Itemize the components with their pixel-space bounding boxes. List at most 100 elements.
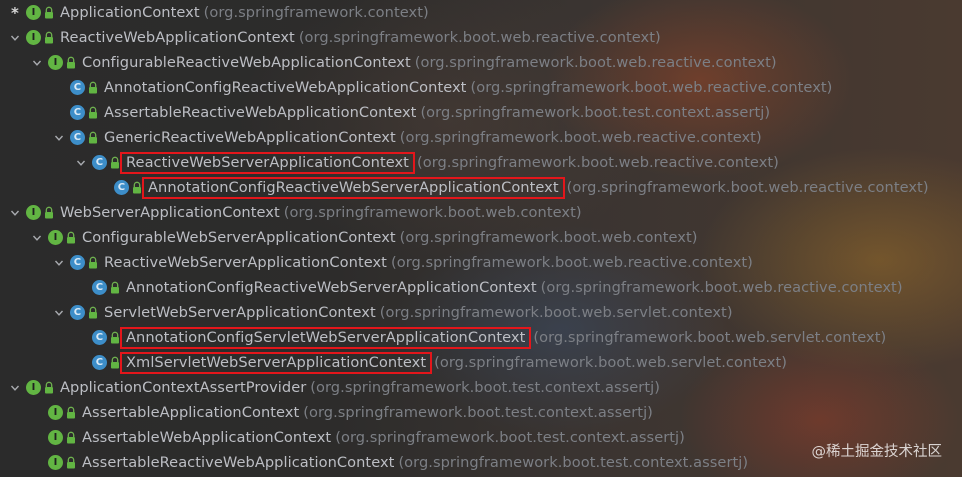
interface-icon: I — [26, 380, 41, 395]
tree-row[interactable]: C ReactiveWebServerApplicationContext (org… — [0, 250, 962, 275]
tree-row[interactable]: C AnnotationConfigReactiveWebApplicationC… — [0, 75, 962, 100]
class-icon: C — [92, 155, 107, 170]
lock-icon — [132, 181, 142, 194]
tree-row[interactable]: I WebServerApplicationContext (org.springf… — [0, 200, 962, 225]
package-name: (org.springframework.boot.web.servlet.co… — [434, 354, 787, 371]
package-name: (org.springframework.boot.test.context.a… — [310, 379, 660, 396]
interface-icon: I — [26, 30, 41, 45]
tree-row[interactable]: I ReactiveWebApplicationContext (org.sprin… — [0, 25, 962, 50]
type-name[interactable]: AssertableWebApplicationContext — [82, 429, 331, 446]
package-name: (org.springframework.boot.web.context) — [399, 229, 698, 246]
class-icon: C — [92, 330, 107, 345]
lock-icon — [110, 331, 120, 344]
package-name: (org.springframework.boot.web.reactive.c… — [566, 179, 929, 196]
tree-row[interactable]: C XmlServletWebServerApplicationContext (o… — [0, 350, 962, 375]
interface-icon: I — [48, 405, 63, 420]
chevron-down-icon[interactable] — [52, 306, 66, 320]
interface-icon: I — [48, 455, 63, 470]
package-name: (org.springframework.boot.web.reactive.c… — [414, 54, 777, 71]
tree-row[interactable]: C GenericReactiveWebApplicationContext (or… — [0, 125, 962, 150]
type-name[interactable]: ConfigurableReactiveWebApplicationContex… — [82, 54, 411, 71]
type-name[interactable]: ApplicationContext — [60, 4, 200, 21]
package-name: (org.springframework.boot.test.context.a… — [303, 404, 653, 421]
tree-row[interactable]: C ServletWebServerApplicationContext (org.… — [0, 300, 962, 325]
lock-icon — [66, 406, 76, 419]
lock-icon — [44, 6, 54, 19]
chevron-down-icon[interactable] — [8, 381, 22, 395]
package-name: (org.springframework.boot.test.context.a… — [420, 104, 771, 121]
tree-row[interactable]: I ConfigurableReactiveWebApplicationConte… — [0, 50, 962, 75]
chevron-down-icon[interactable] — [30, 56, 44, 70]
type-name[interactable]: AssertableApplicationContext — [82, 404, 299, 421]
highlighted-type-name[interactable]: AnnotationConfigServletWebServerApplicat… — [119, 326, 532, 349]
type-name[interactable]: ReactiveWebApplicationContext — [60, 29, 295, 46]
tree-row[interactable]: I AssertableApplicationContext (org.spring… — [0, 400, 962, 425]
lock-icon — [88, 106, 98, 119]
package-name: (org.springframework.boot.web.reactive.c… — [416, 154, 779, 171]
tree-row[interactable]: * I ApplicationContext (org.springframework… — [0, 0, 962, 25]
tree-row[interactable]: C AnnotationConfigServletWebServerApplica… — [0, 325, 962, 350]
interface-icon: I — [48, 430, 63, 445]
lock-icon — [66, 56, 76, 69]
package-name: (org.springframework.boot.web.reactive.c… — [399, 129, 762, 146]
chevron-down-icon[interactable] — [52, 256, 66, 270]
type-name[interactable]: AssertableReactiveWebApplicationContext — [82, 454, 394, 471]
class-icon: C — [70, 105, 85, 120]
watermark: @稀土掘金技术社区 — [811, 444, 943, 460]
highlighted-type-name[interactable]: XmlServletWebServerApplicationContext — [119, 351, 433, 374]
highlighted-type-name[interactable]: AnnotationConfigReactiveWebServerApplica… — [142, 176, 565, 199]
package-name: (org.springframework.context) — [203, 4, 429, 21]
highlighted-type-name[interactable]: ReactiveWebServerApplicationContext — [120, 151, 415, 174]
class-icon: C — [92, 280, 107, 295]
type-name[interactable]: ReactiveWebServerApplicationContext — [104, 254, 387, 271]
tree-row[interactable]: C AnnotationConfigReactiveWebServerApplic… — [0, 275, 962, 300]
package-name: (org.springframework.boot.web.servlet.co… — [379, 304, 733, 321]
package-name: (org.springframework.boot.web.reactive.c… — [540, 279, 903, 296]
type-name[interactable]: ApplicationContextAssertProvider — [60, 379, 306, 396]
lock-icon — [110, 156, 120, 169]
chevron-down-icon[interactable] — [8, 31, 22, 45]
tree-row[interactable]: C ReactiveWebServerApplicationContext (org… — [0, 150, 962, 175]
chevron-down-icon[interactable] — [52, 131, 66, 145]
lock-icon — [88, 81, 98, 94]
type-name[interactable]: GenericReactiveWebApplicationContext — [104, 129, 396, 146]
lock-icon — [88, 256, 98, 269]
package-name: (org.springframework.boot.web.context) — [283, 204, 582, 221]
type-name[interactable]: AnnotationConfigReactiveWebServerApplica… — [126, 279, 537, 296]
type-name[interactable]: ServletWebServerApplicationContext — [104, 304, 376, 321]
package-name: (org.springframework.boot.web.reactive.c… — [390, 254, 753, 271]
tree-row[interactable]: C AnnotationConfigReactiveWebServerApplic… — [0, 175, 962, 200]
type-name[interactable]: ConfigurableWebServerApplicationContext — [82, 229, 396, 246]
package-name: (org.springframework.boot.test.context.a… — [398, 454, 749, 471]
chevron-down-icon[interactable] — [30, 231, 44, 245]
interface-icon: I — [26, 5, 41, 20]
lock-icon — [44, 31, 54, 44]
chevron-down-icon[interactable] — [8, 206, 22, 220]
lock-icon — [88, 131, 98, 144]
lock-icon — [66, 456, 76, 469]
type-name[interactable]: AnnotationConfigReactiveWebApplicationCo… — [104, 79, 466, 96]
tree-row[interactable]: I ApplicationContextAssertProvider (org.sp… — [0, 375, 962, 400]
package-name: (org.springframework.boot.web.reactive.c… — [470, 79, 833, 96]
interface-icon: I — [48, 230, 63, 245]
lock-icon — [110, 356, 120, 369]
class-icon: C — [70, 130, 85, 145]
type-name[interactable]: AssertableReactiveWebApplicationContext — [104, 104, 416, 121]
package-name: (org.springframework.boot.web.servlet.co… — [533, 329, 887, 346]
tree-row[interactable]: I ConfigurableWebServerApplicationContext… — [0, 225, 962, 250]
class-icon: C — [70, 305, 85, 320]
interface-icon: I — [26, 205, 41, 220]
chevron-down-icon[interactable] — [74, 156, 88, 170]
interface-icon: I — [48, 55, 63, 70]
package-name: (org.springframework.boot.test.context.a… — [335, 429, 685, 446]
lock-icon — [44, 206, 54, 219]
tree-row[interactable]: C AssertableReactiveWebApplicationContext… — [0, 100, 962, 125]
type-name[interactable]: WebServerApplicationContext — [60, 204, 280, 221]
